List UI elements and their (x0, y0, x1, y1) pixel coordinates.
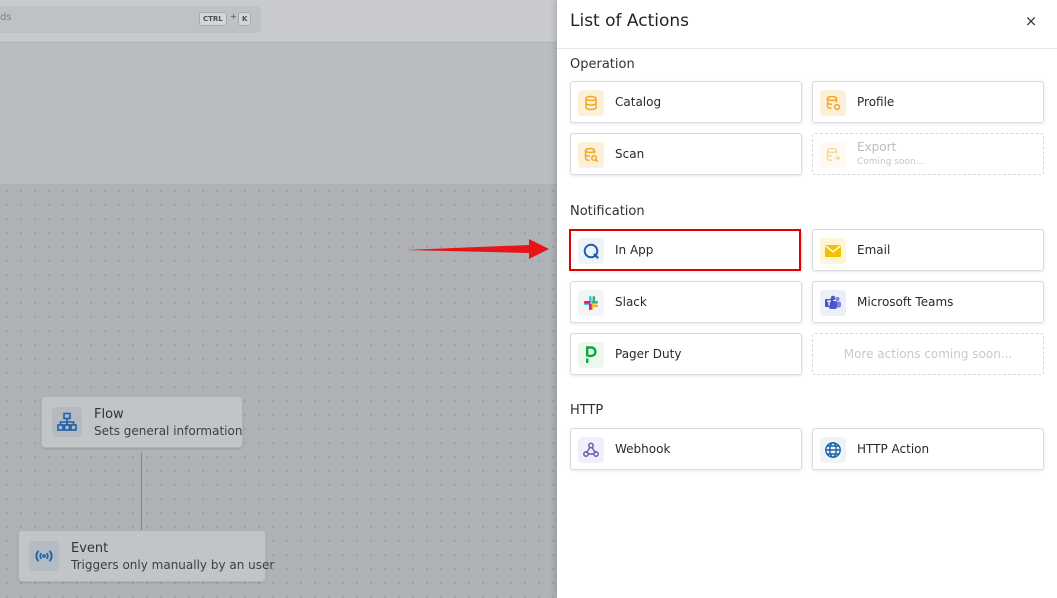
event-node[interactable]: Event Triggers only manually by an user (18, 530, 274, 582)
pagerduty-icon (578, 342, 604, 368)
card-label: Scan (615, 147, 645, 161)
section-title-http: HTTP (570, 403, 604, 418)
card-label: Catalog (615, 95, 662, 109)
top-bar: ds CTRL + K (0, 0, 557, 43)
drawer-divider (557, 48, 1057, 49)
flow-node-title: Flow (94, 407, 124, 422)
flow-node-subtitle: Sets general information (94, 424, 243, 438)
broadcast-icon (29, 541, 59, 571)
action-card-pager-duty[interactable]: Pager Duty (570, 333, 802, 375)
annotation-arrow (405, 239, 549, 259)
node-connector (141, 453, 142, 531)
flow-node[interactable]: Flow Sets general information (41, 396, 243, 448)
more-actions-placeholder: More actions coming soon... (812, 333, 1044, 375)
action-card-scan[interactable]: Scan (570, 133, 802, 175)
action-card-in-app[interactable]: In App (570, 229, 802, 271)
header-area (0, 43, 557, 184)
card-label: Pager Duty (615, 347, 682, 361)
card-label: Email (857, 243, 891, 257)
placeholder-label: More actions coming soon... (843, 347, 1013, 361)
webhook-icon (578, 437, 604, 463)
action-card-microsoft-teams[interactable]: Microsoft Teams (812, 281, 1044, 323)
card-label: Profile (857, 95, 895, 109)
section-title-notification: Notification (570, 204, 645, 219)
event-node-subtitle: Triggers only manually by an user (71, 558, 275, 572)
close-button[interactable]: × (1023, 12, 1039, 30)
shortcut-key-k: K (238, 12, 252, 26)
card-label: Webhook (615, 442, 671, 456)
scan-database-icon (578, 142, 604, 168)
export-icon (820, 142, 846, 168)
action-card-http-action[interactable]: HTTP Action (812, 428, 1044, 470)
card-label: Export (857, 140, 897, 154)
flow-hierarchy-icon (52, 407, 82, 437)
section-title-operation: Operation (570, 57, 635, 72)
profile-database-icon (820, 90, 846, 116)
email-icon (820, 238, 846, 264)
shortcut-key-ctrl: CTRL (199, 12, 227, 26)
shortcut-plus: + (230, 12, 237, 21)
card-label: Microsoft Teams (857, 295, 954, 309)
teams-icon (820, 290, 846, 316)
action-card-slack[interactable]: Slack (570, 281, 802, 323)
card-label: In App (615, 243, 654, 257)
action-card-webhook[interactable]: Webhook (570, 428, 802, 470)
action-card-export: Export Coming soon... (812, 133, 1044, 175)
globe-icon (820, 437, 846, 463)
database-icon (578, 90, 604, 116)
card-label: HTTP Action (857, 442, 930, 456)
search-text: ds (0, 12, 12, 23)
in-app-icon (578, 238, 604, 264)
action-card-email[interactable]: Email (812, 229, 1044, 271)
search-bar[interactable]: ds CTRL + K (0, 6, 261, 33)
action-card-catalog[interactable]: Catalog (570, 81, 802, 123)
slack-icon (578, 290, 604, 316)
card-sublabel: Coming soon... (857, 157, 925, 167)
drawer-title: List of Actions (570, 11, 690, 31)
actions-drawer: List of Actions × Operation Catalog Prof… (557, 0, 1057, 598)
action-card-profile[interactable]: Profile (812, 81, 1044, 123)
card-label: Slack (615, 295, 647, 309)
event-node-title: Event (71, 541, 109, 556)
